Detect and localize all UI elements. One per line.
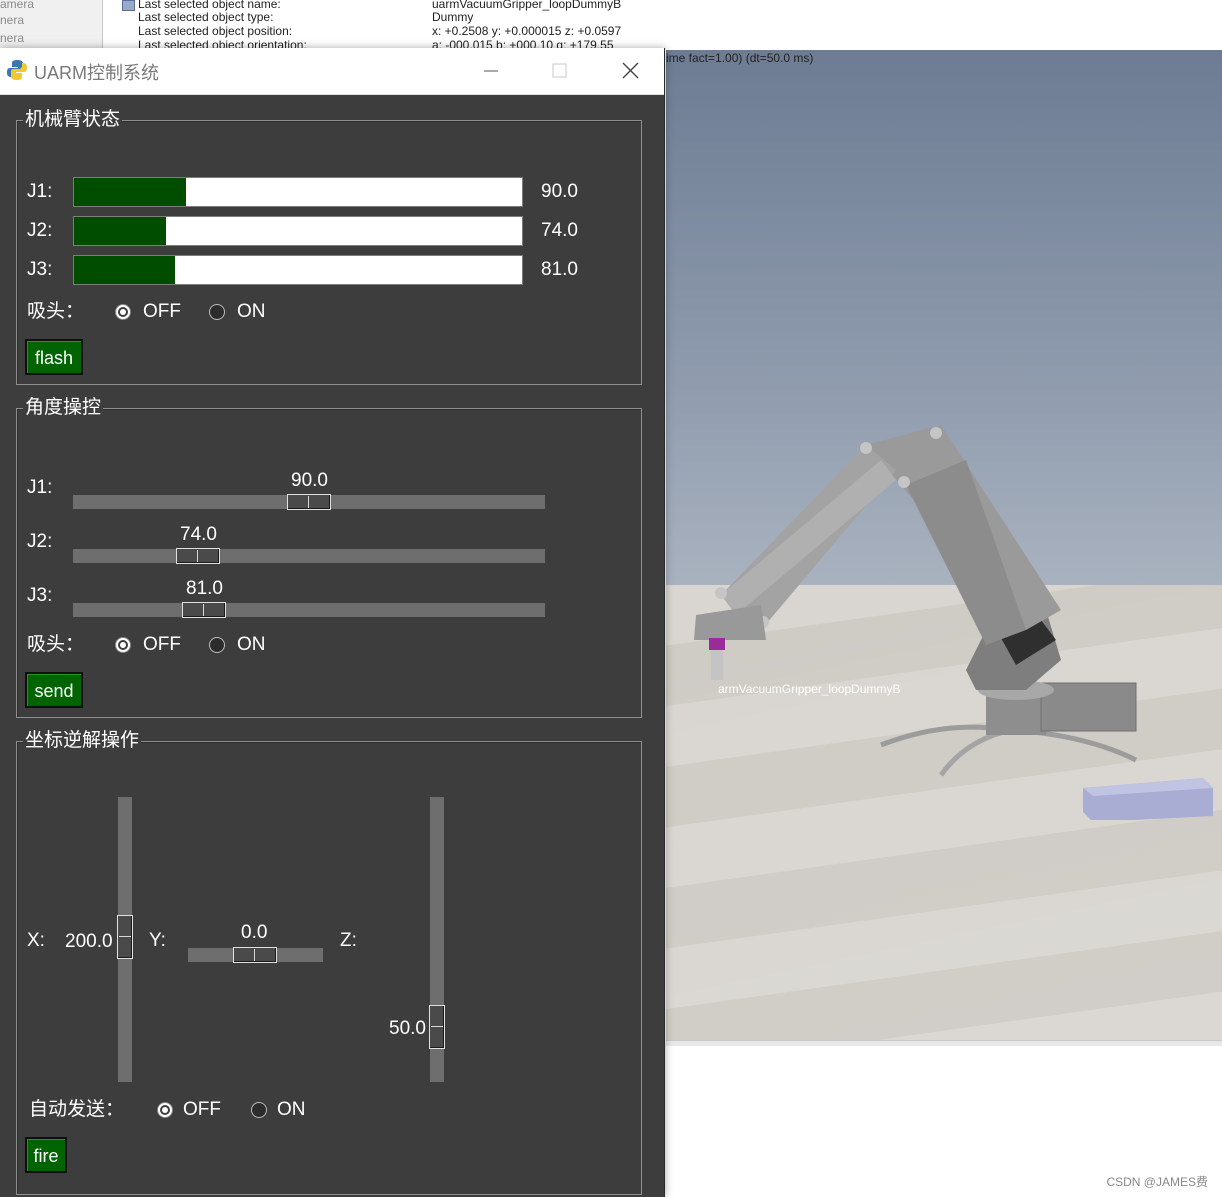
j1-progress-bar [73,177,523,207]
j1-slider-thumb[interactable] [287,494,331,510]
radio-label-off[interactable]: OFF [143,301,181,323]
group-title: 坐标逆解操作 [23,729,142,753]
robot-arm-model[interactable] [666,400,1222,820]
z-label: Z: [340,930,357,951]
j3-slider-thumb[interactable] [182,602,226,618]
j1-value: 90.0 [541,181,578,202]
radio-label-on[interactable]: ON [277,1099,306,1121]
flash-button[interactable]: flash [25,339,83,375]
fire-button[interactable]: fire [25,1137,67,1173]
joint-label: J2: [27,531,53,552]
joint-label: J2: [27,220,53,241]
z-value: 50.0 [389,1018,426,1039]
suction-off-radio[interactable] [115,304,131,320]
j2-slider-value: 74.0 [180,524,217,545]
suction-off-radio[interactable] [115,637,131,653]
x-label: X: [27,930,45,951]
j2-slider[interactable] [73,549,545,563]
hierarchy-item[interactable]: amera [0,0,34,11]
auto-send-on-radio[interactable] [251,1102,267,1118]
radio-label-off[interactable]: OFF [143,634,181,656]
j1-progress-fill [74,178,186,206]
joint-label: J1: [27,477,53,498]
auto-send-off-radio[interactable] [157,1102,173,1118]
j2-slider-thumb[interactable] [176,548,220,564]
j1-slider-value: 90.0 [291,470,328,491]
watermark: CSDN @JAMES费 [1106,1175,1208,1189]
joint-label: J3: [27,259,53,280]
maximize-icon[interactable] [524,48,592,94]
j3-progress-fill [74,256,175,284]
j3-slider-value: 81.0 [186,578,223,599]
joint-label: J1: [27,181,53,202]
simulation-time-text: ime fact=1.00) (dt=50.0 ms) [666,51,814,65]
info-key: Last selected object position: [138,24,293,38]
x-slider-thumb[interactable] [117,915,133,959]
y-slider-thumb[interactable] [233,947,277,963]
j2-value: 74.0 [541,220,578,241]
hierarchy-item[interactable]: nera [0,13,24,27]
joint-label: J3: [27,585,53,606]
y-label: Y: [149,930,166,951]
j3-value: 81.0 [541,259,578,280]
arm-status-group: 机械臂状态 J1: 90.0 J2: 74.0 J3: 81.0 吸头： OFF… [16,108,642,385]
group-title: 机械臂状态 [23,108,123,132]
radio-label-on[interactable]: ON [237,301,266,323]
radio-label-off[interactable]: OFF [183,1099,221,1121]
group-title: 角度操控 [23,396,104,420]
selected-object-info: Last selected object name: uarmVacuumGri… [122,0,682,52]
object-label: armVacuumGripper_loopDummyB [718,682,901,696]
minimize-icon[interactable] [456,48,524,94]
j3-progress-bar [73,255,523,285]
auto-send-label: 自动发送： [29,1099,125,1120]
uarm-control-window: UARM控制系统 机械臂状态 J1: 90.0 J2: 74.0 J3: 81.… [0,48,665,1197]
hierarchy-item[interactable]: nera [0,31,24,45]
j2-progress-bar [73,216,523,246]
j3-slider[interactable] [73,603,545,617]
suction-label: 吸头： [27,634,85,655]
send-button[interactable]: send [25,672,83,708]
z-slider-thumb[interactable] [429,1005,445,1049]
suction-on-radio[interactable] [209,637,225,653]
radio-label-on[interactable]: ON [237,634,266,656]
angle-control-group: 角度操控 J1: 90.0 J2: 74.0 J3: 81.0 吸头： OFF … [16,396,642,718]
info-toggle-icon[interactable] [122,0,135,11]
info-key: Last selected object type: [138,10,274,24]
x-value: 200.0 [65,931,113,952]
python-icon [7,60,27,80]
info-value: x: +0.2508 y: +0.000015 z: +0.0597 [432,24,622,38]
info-value: Dummy [432,10,474,24]
j2-progress-fill [74,217,166,245]
panel-divider[interactable] [666,1040,1222,1046]
inverse-kinematics-group: 坐标逆解操作 X: 200.0 Y: 0.0 Z: 50.0 自动发送： OFF… [16,729,642,1195]
suction-on-radio[interactable] [209,304,225,320]
window-title: UARM控制系统 [34,63,159,83]
scene-hierarchy-panel: amera nera nera [0,0,103,50]
y-value: 0.0 [241,922,268,943]
suction-label: 吸头： [27,301,85,322]
close-icon[interactable] [594,48,662,94]
title-bar[interactable]: UARM控制系统 [0,48,664,95]
